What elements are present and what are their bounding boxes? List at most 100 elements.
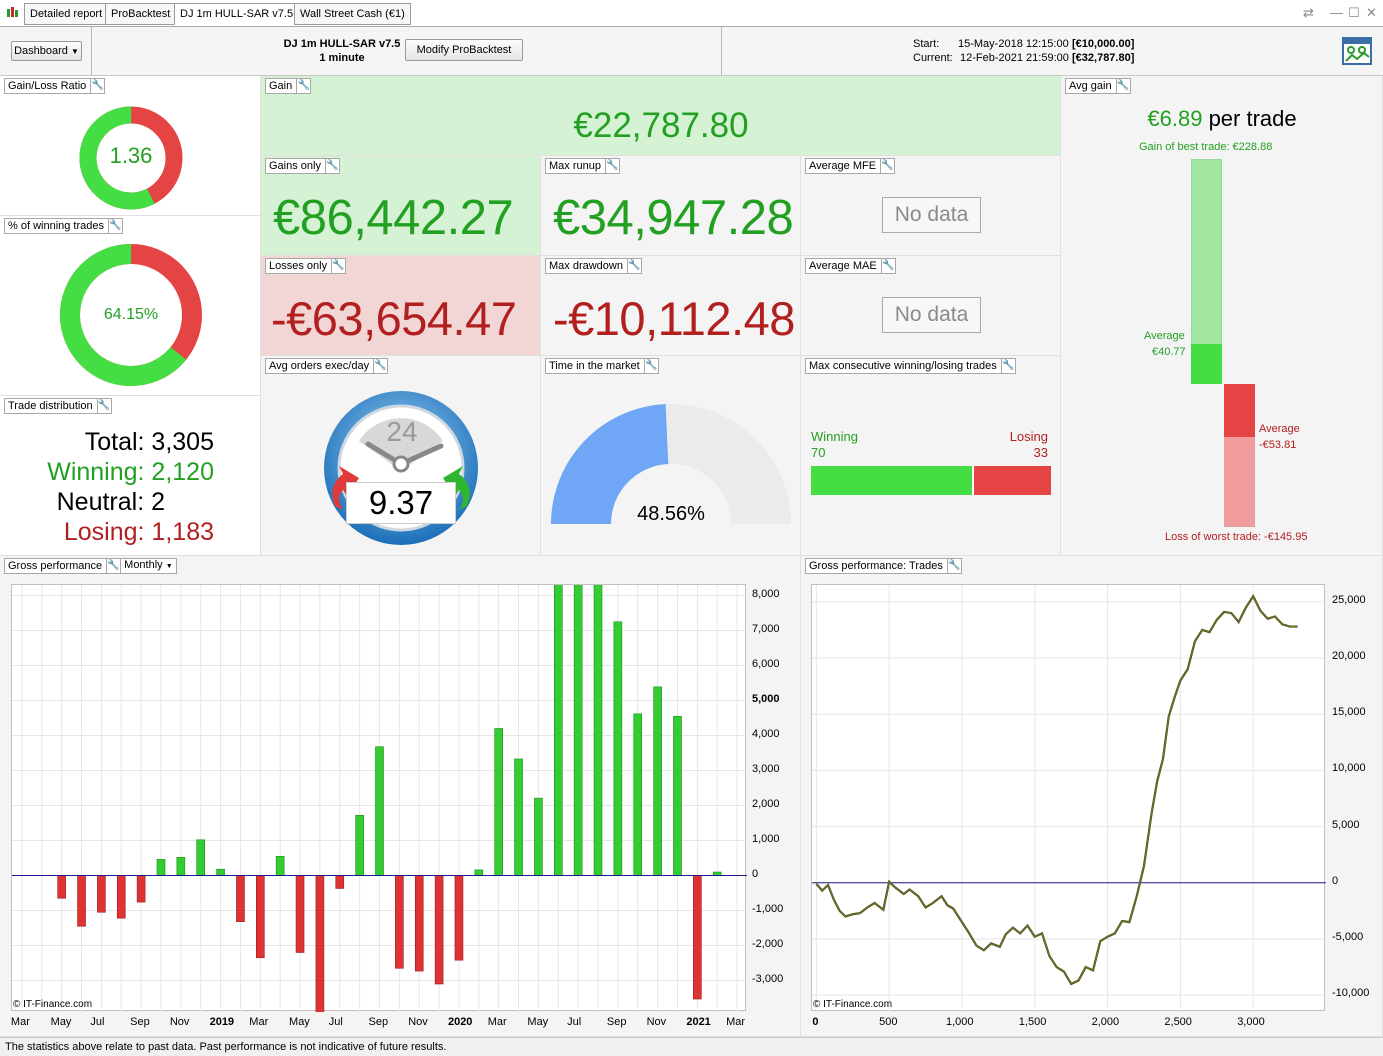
average-loss-label: Average — [1259, 423, 1300, 435]
wrench-icon[interactable]: 🔧 — [106, 559, 120, 573]
start-date: 15-May-2018 12:15:00 — [958, 38, 1069, 50]
wrench-icon[interactable]: 🔧 — [296, 79, 310, 93]
x-tick-label: Nov — [169, 1016, 190, 1028]
wrench-icon[interactable]: 🔧 — [373, 359, 387, 373]
tab-detailed-report[interactable]: Detailed report — [24, 3, 109, 25]
strategy-name: DJ 1m HULL-SAR v7.5 — [283, 38, 401, 50]
wrench-icon[interactable]: 🔧 — [96, 399, 111, 413]
clock-label: 24 — [386, 416, 418, 447]
winning-bar — [811, 466, 975, 495]
monthly-bar — [593, 558, 603, 876]
wrench-icon[interactable]: 🔧 — [324, 159, 339, 173]
monthly-bar — [116, 875, 126, 919]
average-win-bar — [1191, 343, 1222, 384]
wrench-icon[interactable]: 🔧 — [108, 219, 122, 233]
average-mfe-value: No data — [882, 197, 981, 233]
panel-label[interactable]: % of winning trades 🔧 — [4, 218, 123, 234]
panel-label[interactable]: Gains only 🔧 — [265, 158, 340, 174]
gain-loss-ratio-value: 1.36 — [109, 143, 153, 168]
x-tick-label: May — [527, 1016, 549, 1028]
monthly-bar — [633, 713, 643, 876]
panel-label[interactable]: Max drawdown 🔧 — [545, 258, 642, 274]
dashboard-label: Dashboard — [14, 45, 68, 57]
winning-trades: Winning: 2,120 — [47, 458, 214, 486]
minimize-icon[interactable]: — — [1330, 5, 1343, 20]
close-icon[interactable]: ✕ — [1366, 5, 1377, 21]
max-drawdown-value: -€10,112.48 — [553, 292, 795, 345]
share-icon[interactable]: ⇄ — [1303, 5, 1314, 21]
x-tick-label: 2,500 — [1164, 1016, 1192, 1028]
wrench-icon[interactable]: 🔧 — [880, 259, 895, 273]
panel-average-mae: Average MAE 🔧 No data — [801, 256, 1061, 356]
x-tick-label: Sep — [368, 1016, 389, 1028]
wrench-icon[interactable]: 🔧 — [604, 159, 619, 173]
panel-label[interactable]: Gain 🔧 — [265, 78, 312, 94]
strategy-timeframe: 1 minute — [319, 52, 365, 64]
panel-label[interactable]: Losses only 🔧 — [265, 258, 347, 274]
tab-probacktest[interactable]: ProBacktest — [105, 3, 177, 25]
monthly-bar — [494, 728, 503, 876]
wrench-icon[interactable]: 🔧 — [880, 159, 894, 173]
panel-losses-only: Losses only 🔧 -€63,654.47 — [261, 256, 541, 356]
panel-label[interactable]: Trade distribution 🔧 — [4, 398, 112, 414]
monthly-bar — [136, 875, 146, 903]
tab-strategy[interactable]: DJ 1m HULL-SAR v7.5 — [174, 3, 300, 25]
monthly-bar — [335, 875, 345, 889]
x-tick-label: Mar — [487, 1016, 507, 1028]
monthly-bar — [613, 621, 623, 876]
modify-probacktest-button[interactable]: Modify ProBacktest — [405, 39, 523, 61]
panel-time-in-market: Time in the market 🔧 48.56% — [541, 356, 801, 556]
panel-label[interactable]: Average MAE 🔧 — [805, 258, 896, 274]
x-tick-label: 3,000 — [1237, 1016, 1265, 1028]
wrench-icon[interactable]: 🔧 — [90, 79, 104, 93]
wrench-icon[interactable]: 🔧 — [1000, 359, 1015, 373]
start-value: [€10,000.00] — [1072, 38, 1135, 50]
consecutive-bar — [811, 466, 1051, 495]
worst-trade: Loss of worst trade: -€145.95 — [1165, 531, 1308, 543]
x-tick-label: Jul — [90, 1016, 105, 1028]
monthly-bar — [375, 746, 384, 876]
wrench-icon[interactable]: 🔧 — [626, 259, 641, 273]
y-tick-label: 7,000 — [752, 622, 780, 635]
current-label: Current: — [913, 52, 953, 64]
avg-gain-value: €6.89 — [1147, 106, 1203, 131]
x-tick-label: Nov — [408, 1016, 428, 1028]
wrench-icon[interactable]: 🔧 — [946, 559, 961, 573]
average-loss-bar — [1224, 384, 1255, 437]
x-tick-label: 1,000 — [945, 1016, 974, 1028]
period-dropdown[interactable]: Monthly ▼ — [120, 558, 173, 574]
maximize-icon[interactable]: ☐ — [1348, 5, 1360, 21]
panel-label[interactable]: Average MFE 🔧 — [805, 158, 896, 174]
current-date: 12-Feb-2021 21:59:00 — [960, 52, 1069, 64]
panel-label[interactable]: Avg gain 🔧 — [1065, 78, 1131, 94]
watermark: © IT-Finance.com — [13, 999, 93, 1010]
panel-winning-trades: % of winning trades 🔧 64.15% — [0, 216, 261, 396]
report-settings-icon[interactable] — [1342, 35, 1374, 67]
x-tick-label: 2021 — [686, 1016, 711, 1028]
gains-only-value: €86,442.27 — [273, 191, 514, 245]
monthly-chart-area: © IT-Finance.com — [11, 355, 747, 1056]
panel-label[interactable]: Avg orders exec/day 🔧 — [265, 358, 389, 374]
panel-label[interactable]: Gross performance 🔧 Monthly ▼ — [4, 558, 177, 574]
tab-instrument[interactable]: Wall Street Cash (€1) — [294, 3, 411, 25]
wrench-icon[interactable]: 🔧 — [643, 359, 658, 373]
wrench-icon[interactable]: 🔧 — [331, 259, 345, 273]
average-loss-value: -€53.81 — [1259, 439, 1297, 451]
panel-gain: Gain 🔧 €22,787.80 — [261, 76, 1061, 156]
avg-orders-value: 9.37 — [346, 482, 456, 524]
monthly-bar — [395, 875, 404, 969]
panel-label[interactable]: Max consecutive winning/losing trades 🔧 — [805, 358, 1016, 374]
panel-label[interactable]: Max runup 🔧 — [545, 158, 620, 174]
y-tick-label: 2,000 — [752, 797, 780, 810]
y-tick-label: 4,000 — [752, 727, 780, 740]
panel-label[interactable]: Time in the market 🔧 — [545, 358, 659, 374]
panel-label[interactable]: Gross performance: Trades 🔧 — [805, 558, 962, 574]
x-tick-label: 0 — [812, 1016, 819, 1028]
panel-label[interactable]: Gain/Loss Ratio 🔧 — [4, 78, 106, 94]
y-tick-label: -3,000 — [752, 972, 784, 985]
monthly-bar — [256, 875, 265, 959]
wrench-icon[interactable]: 🔧 — [1115, 79, 1130, 93]
chevron-down-icon: ▼ — [165, 563, 173, 570]
y-tick-label: 25,000 — [1332, 593, 1366, 606]
dashboard-dropdown[interactable]: Dashboard ▼ — [11, 41, 82, 61]
